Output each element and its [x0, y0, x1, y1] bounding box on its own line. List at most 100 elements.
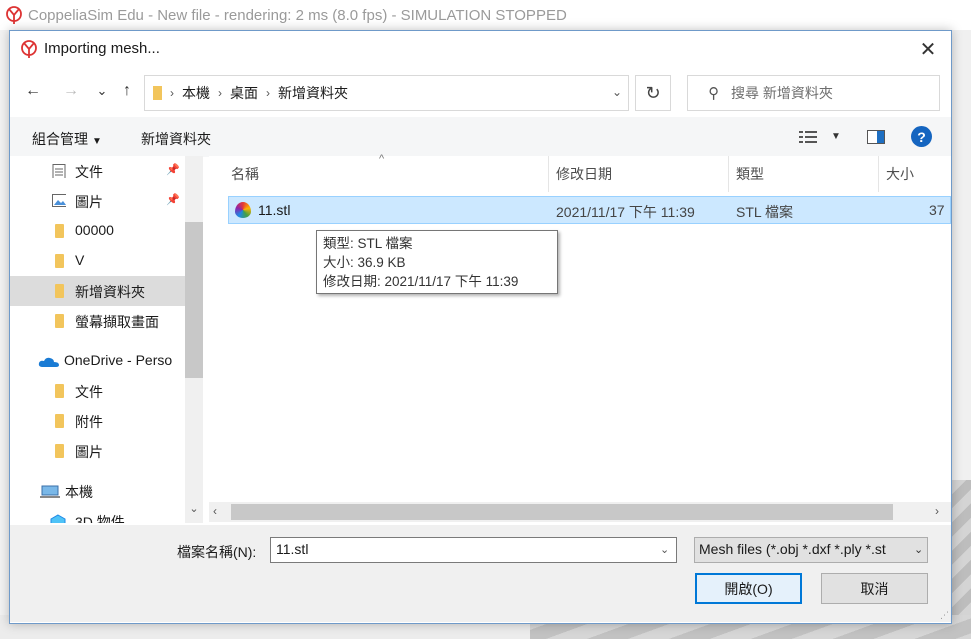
document-icon	[52, 164, 66, 178]
organize-label: 組合管理	[32, 131, 88, 147]
file-size: 37	[929, 202, 945, 218]
dialog-title: Importing mesh...	[44, 40, 160, 57]
organize-button[interactable]: 組合管理 ▼	[32, 129, 102, 149]
folder-icon	[153, 86, 162, 100]
nav-item-onedrive-documents[interactable]: 文件	[10, 376, 185, 406]
nav-item-3d-objects[interactable]: 3D 物件	[10, 506, 185, 523]
filename-input[interactable]: 11.stl	[270, 537, 677, 563]
nav-item-label: 00000	[75, 222, 114, 238]
cancel-button[interactable]: 取消	[821, 573, 928, 604]
folder-icon	[55, 414, 64, 428]
pin-icon: 📌	[166, 164, 180, 176]
nav-item-label: 附件	[75, 414, 103, 430]
back-button[interactable]: ←	[21, 78, 45, 104]
nav-item-label: 文件	[75, 384, 103, 400]
column-separator	[548, 156, 549, 192]
refresh-button[interactable]: ↻	[635, 75, 671, 111]
nav-item-label: 本機	[65, 484, 93, 500]
chevron-right-icon: ›	[170, 86, 174, 100]
folder-icon	[55, 254, 64, 268]
scroll-down-icon[interactable]: ⌄	[185, 502, 203, 522]
horizontal-scroll-thumb[interactable]	[231, 504, 893, 520]
chevron-down-icon[interactable]: ⌄	[914, 543, 923, 556]
view-options-icon[interactable]	[799, 130, 817, 144]
navigation-bar: ← → ⌄ ↑ › 本機 › 桌面 › 新增資料夾 ⌄ ↻ ⚲ 搜尋 新增資料夾	[10, 67, 951, 115]
pin-icon: 📌	[166, 194, 180, 206]
search-icon: ⚲	[708, 85, 719, 102]
chevron-right-icon: ›	[266, 86, 270, 100]
filename-label: 檔案名稱(N):	[177, 544, 257, 560]
breadcrumb-new-folder[interactable]: 新增資料夾	[278, 83, 348, 103]
nav-item-attachments[interactable]: 附件	[10, 406, 185, 436]
folder-icon	[55, 224, 64, 238]
3d-objects-icon	[50, 514, 66, 523]
forward-button[interactable]: →	[59, 78, 83, 104]
nav-item-onedrive[interactable]: OneDrive - Perso	[10, 346, 185, 376]
recent-locations-button[interactable]: ⌄	[90, 78, 114, 104]
tooltip-type: 類型: STL 檔案	[323, 236, 413, 251]
search-box[interactable]: ⚲ 搜尋 新增資料夾	[687, 75, 940, 111]
search-input[interactable]: 搜尋 新增資料夾	[731, 83, 833, 103]
file-name: 11.stl	[258, 202, 291, 218]
background-title: CoppeliaSim Edu - New file - rendering: …	[28, 6, 567, 24]
nav-item-screenshots[interactable]: 螢幕擷取畫面	[10, 306, 185, 336]
column-separator	[728, 156, 729, 192]
new-folder-button[interactable]: 新增資料夾	[141, 129, 211, 149]
navigation-pane-scroll-thumb[interactable]	[185, 222, 203, 378]
nav-item-label: 新增資料夾	[75, 284, 145, 300]
picture-icon	[52, 194, 66, 207]
scroll-left-icon[interactable]: ‹	[213, 504, 217, 518]
sort-ascending-icon: ^	[379, 153, 385, 165]
column-header-name[interactable]: 名稱	[231, 164, 259, 184]
chevron-down-icon[interactable]: ⌄	[660, 543, 669, 556]
close-button[interactable]: ✕	[908, 35, 948, 63]
nav-item-label: 3D 物件	[75, 514, 125, 523]
open-button[interactable]: 開啟(O)	[695, 573, 802, 604]
nav-item-new-folder[interactable]: 新增資料夾	[10, 276, 185, 306]
nav-item-onedrive-pictures[interactable]: 圖片	[10, 436, 185, 466]
file-list: ^ 名稱 修改日期 類型 大小 11.stl 2021/11/17 下午 11:…	[209, 153, 951, 523]
caret-down-icon: ▼	[92, 136, 102, 147]
file-modified: 2021/11/17 下午 11:39	[556, 204, 695, 220]
address-bar[interactable]: › 本機 › 桌面 › 新增資料夾 ⌄	[144, 75, 629, 111]
nav-item-pictures[interactable]: 圖片 📌	[10, 186, 185, 216]
breadcrumb-this-pc[interactable]: 本機	[182, 83, 210, 103]
up-button[interactable]: ↑	[115, 78, 139, 104]
file-type-filter[interactable]: Mesh files (*.obj *.dxf *.ply *.st	[694, 537, 928, 563]
onedrive-icon	[38, 357, 59, 367]
nav-item-label: 螢幕擷取畫面	[75, 314, 159, 330]
navigation-pane: 文件 📌 圖片 📌 00000 V 新增資料夾 螢幕擷取畫面 OneDrive …	[10, 156, 203, 523]
nav-item-this-pc[interactable]: 本機	[10, 476, 185, 506]
folder-icon	[55, 314, 64, 328]
tooltip-date: 修改日期: 2021/11/17 下午 11:39	[323, 274, 519, 289]
nav-item-00000[interactable]: 00000	[10, 216, 185, 246]
column-header-modified[interactable]: 修改日期	[556, 164, 612, 184]
scroll-right-icon[interactable]: ›	[935, 504, 939, 518]
nav-item-v[interactable]: V	[10, 246, 185, 276]
resize-grip-icon[interactable]: ⋰	[940, 610, 949, 621]
column-separator	[878, 156, 879, 192]
view-dropdown-icon[interactable]: ▼	[831, 131, 841, 142]
nav-item-label: 圖片	[75, 194, 103, 210]
folder-icon	[55, 284, 64, 298]
column-header-type[interactable]: 類型	[736, 164, 764, 184]
breadcrumb-desktop[interactable]: 桌面	[230, 83, 258, 103]
nav-item-label: 圖片	[75, 444, 103, 460]
nav-item-label: 文件	[75, 164, 103, 180]
file-row[interactable]: 11.stl 2021/11/17 下午 11:39 STL 檔案 37	[228, 196, 951, 224]
help-button[interactable]: ?	[911, 126, 932, 147]
dialog-bottom-bar: 檔案名稱(N): 11.stl ⌄ Mesh files (*.obj *.dx…	[10, 525, 951, 622]
nav-item-documents[interactable]: 文件 📌	[10, 156, 185, 186]
tooltip-size: 大小: 36.9 KB	[323, 255, 406, 270]
chevron-right-icon: ›	[218, 86, 222, 100]
coppeliasim-logo-icon	[21, 40, 37, 58]
column-header-size[interactable]: 大小	[886, 164, 914, 184]
chevron-down-icon[interactable]: ⌄	[612, 85, 622, 99]
folder-icon	[55, 384, 64, 398]
coppeliasim-logo-icon	[6, 6, 22, 24]
background-left-frame	[0, 30, 9, 639]
nav-item-label: V	[75, 252, 85, 268]
dialog-titlebar: Importing mesh... ✕	[10, 31, 951, 65]
command-bar: 組合管理 ▼ 新增資料夾 ▼	[10, 117, 951, 157]
preview-pane-icon[interactable]	[867, 130, 885, 144]
